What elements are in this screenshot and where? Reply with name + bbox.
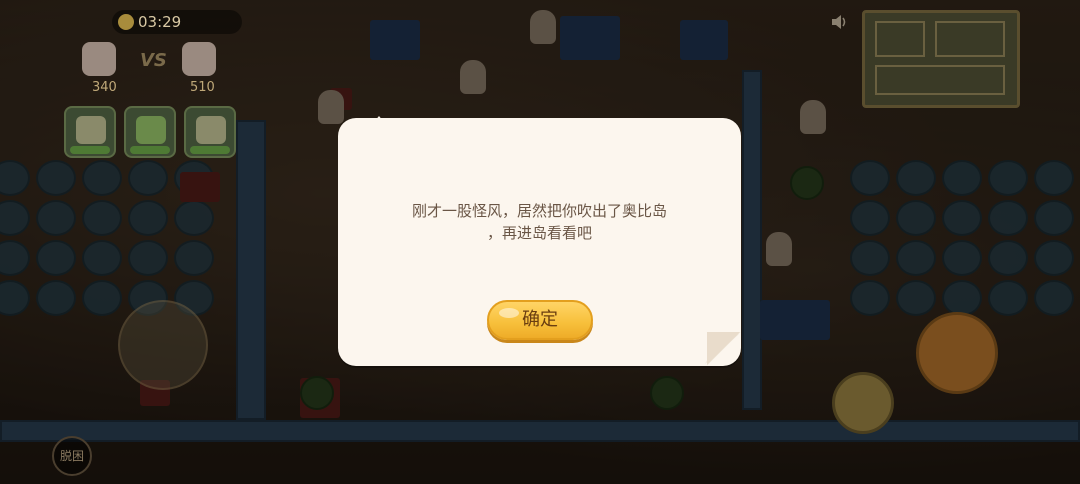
item-bar <box>64 106 236 158</box>
dialog-message-line-2: ，再进岛看看吧 <box>486 224 592 242</box>
melon-icon <box>136 116 166 144</box>
bread-icon <box>76 116 106 144</box>
match-timer: 03:29 <box>112 10 242 34</box>
team-scoreboard: VS 340 510 <box>78 40 238 102</box>
action-button[interactable] <box>916 312 998 394</box>
team-left-avatar <box>82 42 116 76</box>
item-slot-1[interactable] <box>64 106 116 158</box>
dialog-message-line-1: 刚才一股怪风，居然把你吹出了奥比岛 <box>411 202 667 220</box>
sound-icon[interactable] <box>830 14 848 30</box>
button-highlight <box>499 308 519 318</box>
movement-joystick[interactable] <box>118 300 208 390</box>
leave-button[interactable]: 脱困 <box>52 436 92 476</box>
vs-label: VS <box>140 50 167 71</box>
confirm-button[interactable]: 确定 <box>487 300 593 340</box>
team-right-avatar <box>182 42 216 76</box>
dialog-message: 刚才一股怪风，居然把你吹出了奥比岛 ，再进岛看看吧 <box>338 200 741 244</box>
item-slot-3[interactable] <box>184 106 236 158</box>
toast-icon <box>196 116 226 144</box>
item-slot-2[interactable] <box>124 106 176 158</box>
secondary-action-button[interactable] <box>832 372 894 434</box>
page-curl-corner <box>705 334 739 364</box>
minimap[interactable] <box>862 10 1020 108</box>
timer-text: 03:29 <box>138 13 182 31</box>
confirm-button-label: 确定 <box>522 309 558 330</box>
team-left-score: 340 <box>92 80 117 95</box>
team-right-score: 510 <box>190 80 215 95</box>
clock-icon <box>118 14 134 30</box>
notice-dialog: 刚才一股怪风，居然把你吹出了奥比岛 ，再进岛看看吧 确定 <box>338 116 741 366</box>
